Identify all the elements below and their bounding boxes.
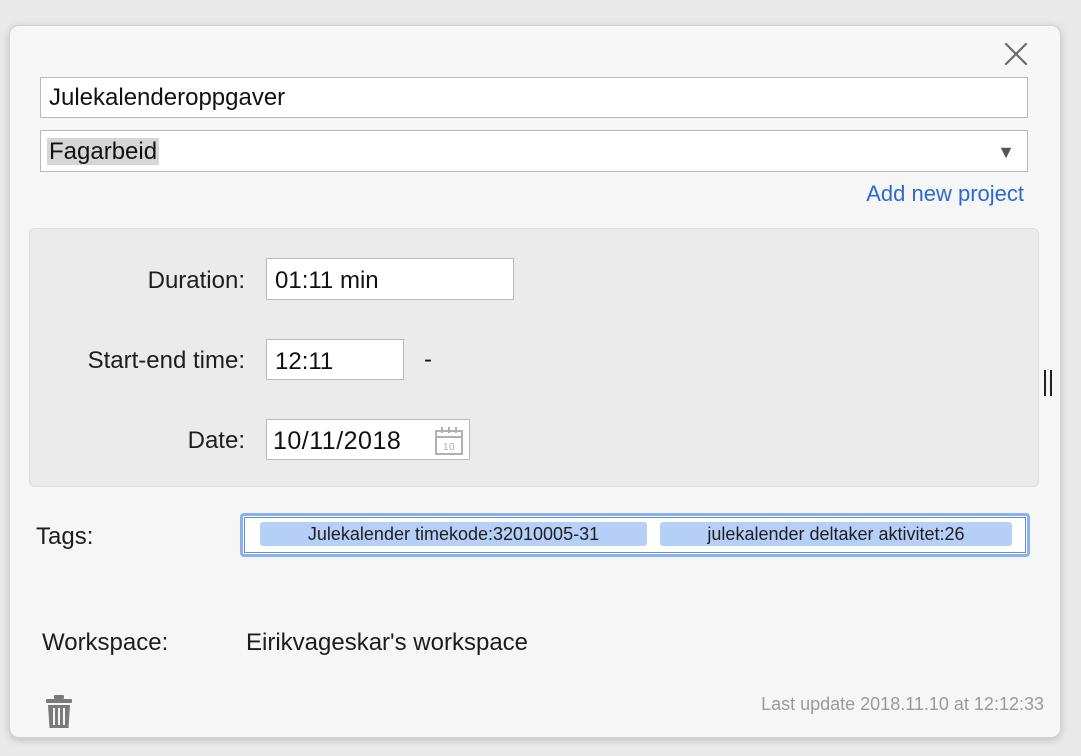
workspace-label: Workspace: <box>42 629 169 656</box>
delete-button[interactable] <box>44 694 74 730</box>
calendar-icon[interactable]: 10 <box>433 425 465 457</box>
project-select[interactable]: Fagarbeid ▼ <box>40 130 1028 172</box>
resize-handle-icon[interactable] <box>1042 370 1056 398</box>
start-end-time-label: Start-end time: <box>87 347 245 374</box>
last-update-text: Last update 2018.11.10 at 12:12:33 <box>761 694 1044 714</box>
duration-input[interactable]: 01:11 min <box>266 258 514 300</box>
trash-icon <box>46 695 72 728</box>
popover-arrow <box>10 381 22 431</box>
tag-chip[interactable]: julekalender deltaker aktivitet:26 <box>660 522 1012 546</box>
tags-input[interactable]: Julekalender timekode:32010005-31 juleka… <box>240 513 1030 557</box>
chevron-down-icon: ▼ <box>997 142 1015 162</box>
date-label: Date: <box>187 427 245 454</box>
duration-label: Duration: <box>147 267 245 294</box>
start-time-input[interactable]: 12:11 <box>266 339 404 380</box>
project-selected-value: Fagarbeid <box>47 138 160 165</box>
description-input[interactable] <box>40 77 1028 118</box>
close-button[interactable] <box>1000 38 1032 70</box>
tags-label: Tags: <box>36 523 94 550</box>
time-separator: - <box>424 346 432 373</box>
close-icon <box>1004 42 1028 66</box>
date-value: 10/11/2018 <box>273 427 402 455</box>
svg-text:10: 10 <box>443 442 455 453</box>
add-new-project-link[interactable]: Add new project <box>820 181 1024 207</box>
tag-chip[interactable]: Julekalender timekode:32010005-31 <box>260 522 647 546</box>
date-input[interactable]: 10/11/2018 10 <box>266 419 470 460</box>
workspace-value: Eirikvageskar's workspace <box>246 629 529 656</box>
